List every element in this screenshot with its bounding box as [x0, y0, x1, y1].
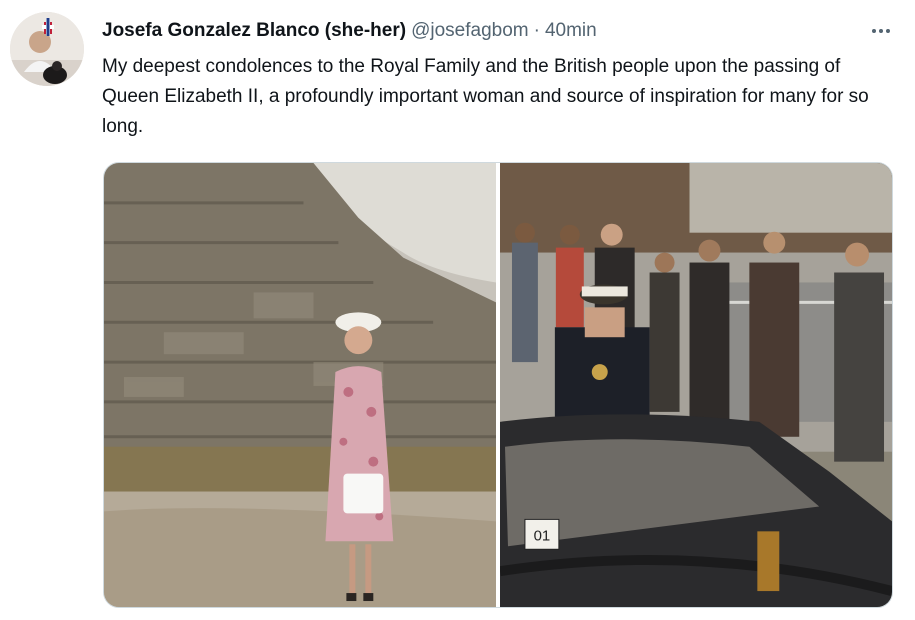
separator-dot: · [533, 20, 540, 41]
car-plate-text: 01 [534, 527, 551, 544]
prince-in-car-photo[interactable]: 01 [500, 163, 892, 607]
prince-photo-image: 01 [500, 163, 892, 607]
tweet-text: My deepest condolences to the Royal Fami… [102, 56, 869, 137]
media-grid: 01 [103, 162, 893, 608]
tweet-header: Josefa Gonzalez Blanco (she-her) @josefa… [102, 18, 895, 44]
queen-at-pyramid-photo[interactable] [104, 163, 496, 607]
author-avatar[interactable] [10, 12, 84, 86]
queen-photo-image [104, 163, 496, 607]
more-horizontal-icon[interactable] [867, 18, 895, 44]
timestamp[interactable]: 40min [545, 20, 597, 42]
more-dot [872, 29, 876, 33]
display-name[interactable]: Josefa Gonzalez Blanco (she-her) [102, 20, 406, 42]
avatar-image [10, 12, 84, 86]
more-dot [886, 29, 890, 33]
more-dot [879, 29, 883, 33]
user-handle[interactable]: @josefagbom [411, 20, 529, 42]
